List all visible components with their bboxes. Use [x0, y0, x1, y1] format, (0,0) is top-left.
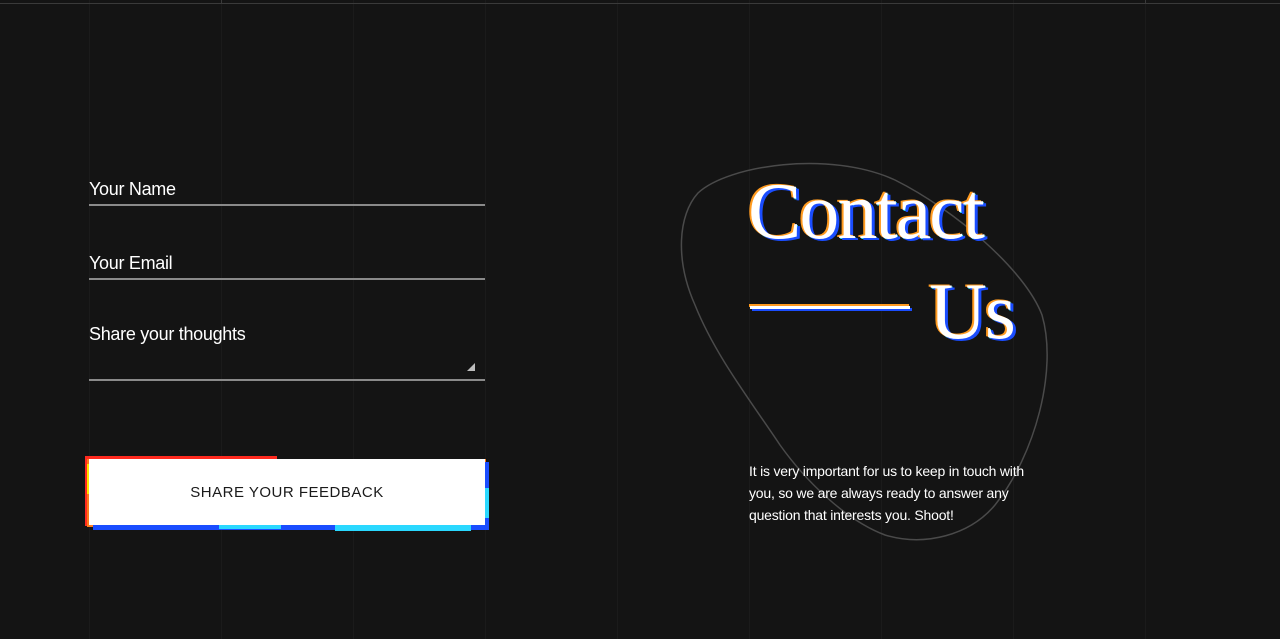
grid-line: [89, 0, 90, 639]
thoughts-textarea[interactable]: [89, 323, 485, 379]
name-input[interactable]: [89, 174, 485, 204]
contact-heading: Contact: [748, 168, 985, 256]
name-field: [89, 174, 485, 206]
top-divider: [0, 0, 1280, 4]
divider-tick: [1145, 0, 1146, 4]
us-heading: Us: [929, 268, 1016, 356]
heading-dash-line: [750, 306, 910, 309]
share-feedback-button[interactable]: SHARE YOUR FEEDBACK: [89, 459, 485, 525]
grid-line: [353, 0, 354, 639]
resize-handle-icon[interactable]: [467, 363, 475, 371]
grid-line: [221, 0, 222, 639]
thoughts-field: [89, 323, 485, 381]
grid-line: [1145, 0, 1146, 639]
grid-line: [617, 0, 618, 639]
email-field: [89, 248, 485, 280]
glitch-cyan-offset-right: [335, 524, 471, 531]
grid-line: [485, 0, 486, 639]
divider-tick: [221, 0, 222, 4]
email-input[interactable]: [89, 248, 485, 278]
contact-description: It is very important for us to keep in t…: [749, 463, 1024, 523]
submit-button-wrapper: SHARE YOUR FEEDBACK: [85, 456, 490, 533]
